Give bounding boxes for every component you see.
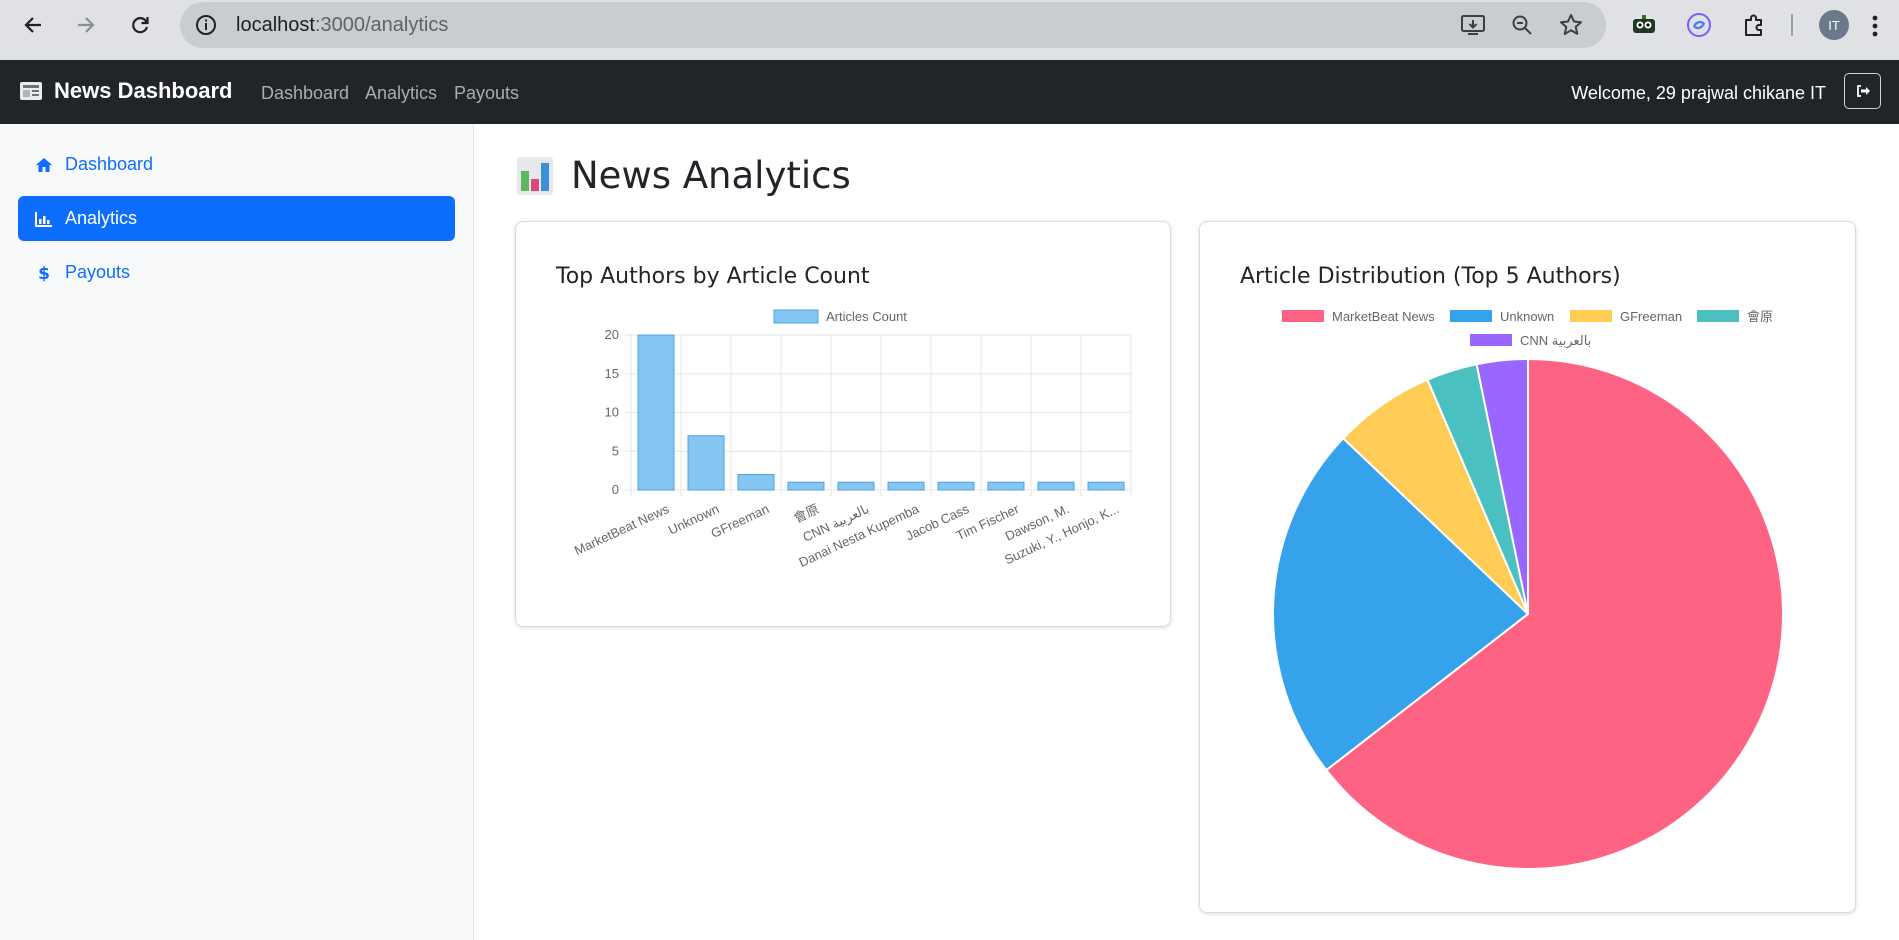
home-icon: [34, 156, 54, 174]
extension-icon-2[interactable]: [1684, 10, 1714, 40]
nav-link-analytics[interactable]: Analytics: [365, 83, 437, 104]
arrow-right-icon: [78, 17, 95, 33]
logout-button[interactable]: [1844, 73, 1881, 109]
robot-extension-icon: [1633, 15, 1655, 33]
address-bar[interactable]: localhost:3000/analytics: [180, 2, 1606, 48]
pie-chart: MarketBeat News Unknown GFreeman 會原 CNN بالع…: [1272, 309, 1784, 870]
pie-legend: MarketBeat News Unknown GFreeman 會原 CNN بالع…: [1282, 309, 1773, 349]
bar[interactable]: [787, 481, 825, 491]
top-authors-card: Top Authors by Article Count Articles Co…: [515, 221, 1171, 627]
page-heading: News Analytics: [517, 154, 851, 197]
legend-label: Articles Count: [826, 309, 907, 324]
x-tick-label: 會原: [791, 501, 821, 526]
bookmark-star-icon[interactable]: [1558, 12, 1584, 38]
sidebar-item-label: Dashboard: [65, 154, 154, 174]
y-tick-label: 20: [605, 327, 619, 342]
url-path: :3000/analytics: [314, 13, 449, 36]
bar-legend[interactable]: Articles Count: [773, 309, 907, 324]
url-text: localhost:3000/analytics: [236, 14, 448, 37]
x-tick-label: MarketBeat News: [572, 501, 672, 558]
legend-swatch: [1282, 310, 1324, 322]
bar[interactable]: [887, 481, 925, 491]
legend-item[interactable]: Unknown: [1450, 309, 1554, 324]
y-tick-label: 0: [612, 482, 619, 497]
y-tick-label: 5: [612, 443, 619, 458]
nav-link-payouts[interactable]: Payouts: [454, 83, 519, 104]
legend-swatch: [1450, 310, 1492, 322]
install-app-icon[interactable]: [1460, 13, 1486, 37]
welcome-text: Welcome, 29 prajwal chikane IT: [1571, 83, 1826, 103]
legend-label: Unknown: [1500, 309, 1554, 324]
nav-link-dashboard[interactable]: Dashboard: [261, 83, 349, 104]
sidebar-item-analytics[interactable]: Analytics: [18, 196, 455, 241]
forward-button[interactable]: [64, 3, 108, 47]
legend-swatch: [1697, 310, 1739, 322]
page-title: News Analytics: [571, 154, 851, 197]
y-tick-label: 10: [605, 405, 619, 420]
dollar-icon: $: [34, 264, 54, 282]
chrome-menu-icon[interactable]: [1868, 13, 1882, 39]
swirl-extension-icon: [1687, 13, 1711, 37]
x-tick-label: GFreeman: [709, 501, 772, 541]
bar-chart: Articles Count05101520MarketBeat NewsUnk…: [572, 309, 1132, 570]
sidebar-item-dashboard[interactable]: Dashboard: [18, 142, 455, 187]
extensions-button[interactable]: [1739, 10, 1769, 40]
article-distribution-card: Article Distribution (Top 5 Authors) Mar…: [1199, 221, 1856, 913]
sidebar: Dashboard Analytics $ Payouts: [0, 124, 474, 940]
reload-button[interactable]: [118, 3, 162, 47]
brand-link[interactable]: News Dashboard: [20, 78, 233, 104]
brand-title: News Dashboard: [54, 78, 233, 103]
sign-out-icon: [1856, 85, 1870, 97]
bar[interactable]: [687, 435, 725, 491]
y-tick-label: 15: [605, 366, 619, 381]
bar[interactable]: [837, 481, 875, 491]
legend-item[interactable]: 會原: [1697, 309, 1773, 324]
bar[interactable]: [637, 334, 675, 491]
sidebar-item-payouts[interactable]: $ Payouts: [18, 250, 455, 295]
newspaper-icon: [20, 82, 42, 100]
legend-label: CNN بالعربية: [1520, 333, 1591, 349]
bar[interactable]: [1037, 481, 1075, 491]
legend-label: GFreeman: [1620, 309, 1682, 324]
zoom-icon[interactable]: [1510, 13, 1534, 37]
profile-avatar[interactable]: IT: [1819, 10, 1849, 40]
puzzle-icon: [1745, 14, 1762, 36]
legend-item[interactable]: CNN بالعربية: [1470, 333, 1591, 349]
bar[interactable]: [987, 481, 1025, 491]
bar-chart-icon: [34, 210, 54, 228]
back-button[interactable]: [11, 3, 55, 47]
legend-swatch: [1470, 334, 1512, 346]
legend-item[interactable]: GFreeman: [1570, 309, 1682, 324]
bar[interactable]: [737, 474, 775, 491]
legend-label: 會原: [1747, 309, 1773, 324]
bar-chart-emoji-icon: [517, 156, 553, 195]
url-host: localhost: [236, 13, 315, 36]
site-info-icon[interactable]: [194, 13, 218, 37]
bar[interactable]: [937, 481, 975, 491]
main-content: News Analytics Top Authors by Article Co…: [475, 124, 1899, 940]
arrow-left-icon: [24, 17, 41, 33]
reload-icon: [132, 17, 149, 34]
browser-toolbar: localhost:3000/analytics IT: [0, 0, 1899, 60]
svg-text:$: $: [38, 264, 50, 282]
legend-swatch: [1570, 310, 1612, 322]
sidebar-item-label: Payouts: [65, 262, 131, 282]
top-navbar: News Dashboard Dashboard Analytics Payou…: [0, 60, 1899, 124]
toolbar-separator: [1791, 14, 1793, 36]
legend-item[interactable]: MarketBeat News: [1282, 309, 1435, 324]
extension-icon-1[interactable]: [1629, 10, 1659, 40]
legend-swatch: [773, 309, 819, 324]
legend-label: MarketBeat News: [1332, 309, 1435, 324]
sidebar-item-label: Analytics: [65, 208, 138, 228]
bar[interactable]: [1087, 481, 1125, 491]
